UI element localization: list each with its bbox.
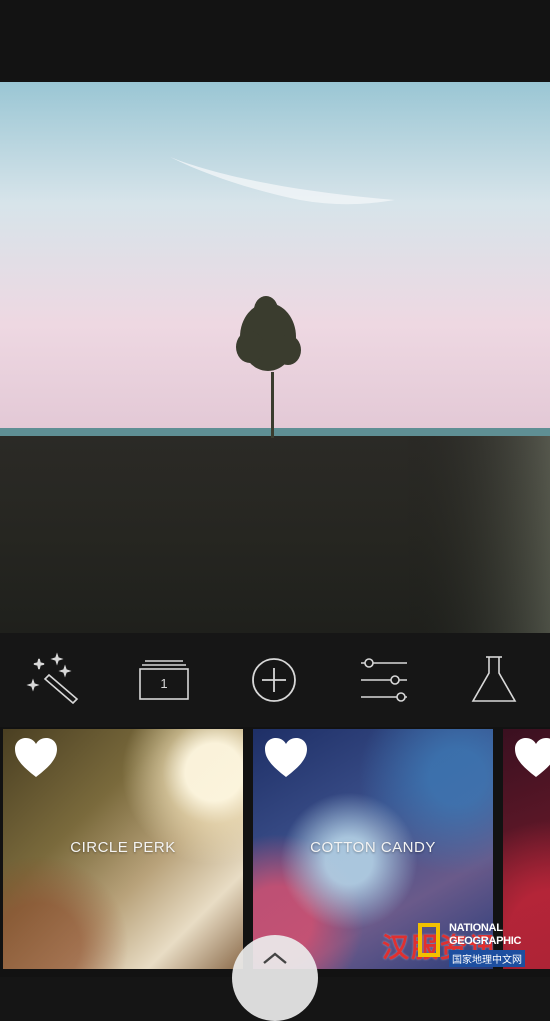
- heart-icon[interactable]: [513, 737, 550, 779]
- heart-icon[interactable]: [263, 737, 309, 779]
- chevron-up-icon: [263, 952, 287, 964]
- edit-toolbar: 1: [0, 633, 550, 727]
- natgeo-frame-icon: [418, 923, 440, 957]
- add-button[interactable]: [245, 651, 303, 709]
- adjust-button[interactable]: [355, 651, 413, 709]
- magic-wand-button[interactable]: [25, 651, 83, 709]
- lab-button[interactable]: [465, 651, 523, 709]
- watermark: 汉服资讯 NATIONAL GEOGRAPHIC 国家地理中文网: [360, 920, 550, 977]
- add-circle-icon: [252, 658, 296, 702]
- filter-label: COTTON CANDY: [310, 839, 436, 856]
- natgeo-logo: NATIONAL GEOGRAPHIC 国家地理中文网: [418, 920, 550, 977]
- top-bar: [0, 0, 550, 82]
- sliders-icon: [361, 658, 407, 702]
- filter-label: CIRCLE PERK: [70, 839, 176, 856]
- magic-wand-icon: [26, 652, 79, 705]
- heart-icon[interactable]: [13, 737, 59, 779]
- photo-image: [0, 82, 550, 633]
- flask-icon: [471, 656, 517, 702]
- expand-button[interactable]: [232, 935, 318, 1021]
- layer-count: 1: [160, 676, 168, 691]
- photo-preview[interactable]: [0, 82, 550, 633]
- filter-card-circle-perk[interactable]: CIRCLE PERK: [3, 729, 243, 969]
- layers-button[interactable]: 1: [135, 651, 193, 709]
